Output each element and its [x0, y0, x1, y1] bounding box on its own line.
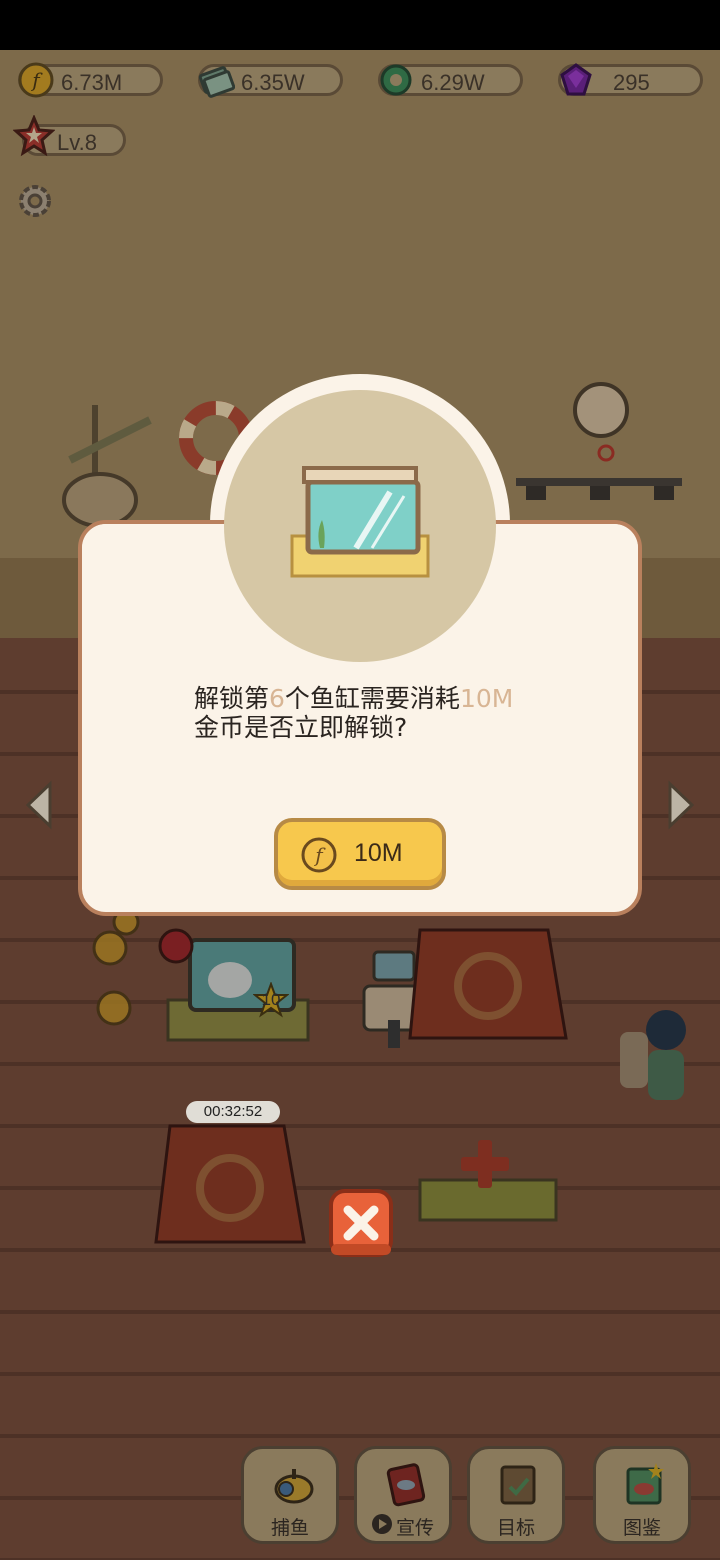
scroll-left-arrow-icon[interactable]	[24, 780, 54, 830]
game-scene: f 6.73M 6.35W 6.29W 295 Lv.8 00:32:52 10…	[0, 0, 720, 1560]
submarine-icon	[274, 1469, 314, 1504]
close-icon[interactable]	[328, 1188, 394, 1260]
status-bar	[0, 0, 720, 50]
floor-coin-icon	[92, 908, 140, 1026]
goal-clipboard-icon	[500, 1465, 536, 1505]
nav-promo-label: 宣传	[395, 1517, 434, 1539]
timer-badge: 00:32:52	[186, 1101, 280, 1123]
scroll-right-arrow-icon[interactable]	[666, 780, 696, 830]
coin-icon: f	[18, 62, 54, 98]
cat-clock-icon	[573, 382, 629, 462]
tank-number: 6	[269, 684, 285, 713]
tank-star-badge: 10	[252, 981, 290, 1018]
unlock-message-mid: 个鱼缸需要消耗	[284, 684, 460, 713]
covered-tank-timer-icon	[154, 1124, 306, 1244]
nav-promo-button[interactable]: 宣传	[354, 1446, 452, 1544]
unlock-message: 解锁第6个鱼缸需要消耗10M 金币是否立即解锁?	[194, 684, 554, 742]
fish-windvane-icon	[62, 405, 152, 530]
coin-amount: 6.73M	[61, 70, 123, 95]
level-badge[interactable]: Lv.8	[13, 115, 126, 157]
lamp-rail-icon	[516, 478, 682, 500]
level-text: Lv.8	[57, 130, 97, 155]
counter-right	[640, 558, 720, 638]
diamond-icon	[560, 63, 592, 96]
diamond-amount: 295	[613, 70, 650, 95]
unlock-message-prefix: 解锁第	[194, 684, 270, 713]
coin-icon: f	[301, 837, 337, 873]
diamond-counter[interactable]: 295	[558, 63, 703, 96]
nav-album-button[interactable]: 图鉴	[593, 1446, 691, 1544]
nav-album-label: 图鉴	[622, 1517, 661, 1539]
customer-characters-icon	[620, 1010, 686, 1100]
dialog-image-circle	[224, 390, 496, 662]
fish-tank-icon	[290, 466, 430, 578]
nav-fishing-label: 捕鱼	[270, 1517, 309, 1539]
covered-tank-icon	[408, 928, 568, 1040]
level-star-icon	[13, 115, 55, 157]
cash-stack-icon	[198, 66, 235, 98]
unlock-button[interactable]: f 10M	[274, 818, 446, 890]
shell-amount: 6.29W	[421, 70, 485, 95]
settings-gear-icon[interactable]	[14, 180, 56, 222]
unlock-message-line2: 金币是否立即解锁?	[194, 713, 408, 742]
cash-amount: 6.35W	[241, 70, 305, 95]
nav-fishing-button[interactable]: 捕鱼	[241, 1446, 339, 1544]
counter-left	[0, 558, 80, 638]
fish-album-icon	[626, 1463, 664, 1505]
green-gem-icon	[380, 64, 412, 96]
coin-counter[interactable]: f 6.73M	[18, 62, 163, 98]
nav-goal-label: 目标	[496, 1517, 535, 1539]
tank-star-level: 10	[261, 990, 281, 1009]
unlock-button-label: 10M	[354, 839, 403, 867]
cash-counter[interactable]: 6.35W	[198, 64, 343, 98]
empty-tank-slot-icon	[418, 1140, 558, 1222]
unlock-cost: 10M	[459, 684, 514, 713]
shell-counter[interactable]: 6.29W	[378, 64, 523, 96]
promo-card-icon	[386, 1463, 426, 1507]
nav-goal-button[interactable]: 目标	[467, 1446, 565, 1544]
